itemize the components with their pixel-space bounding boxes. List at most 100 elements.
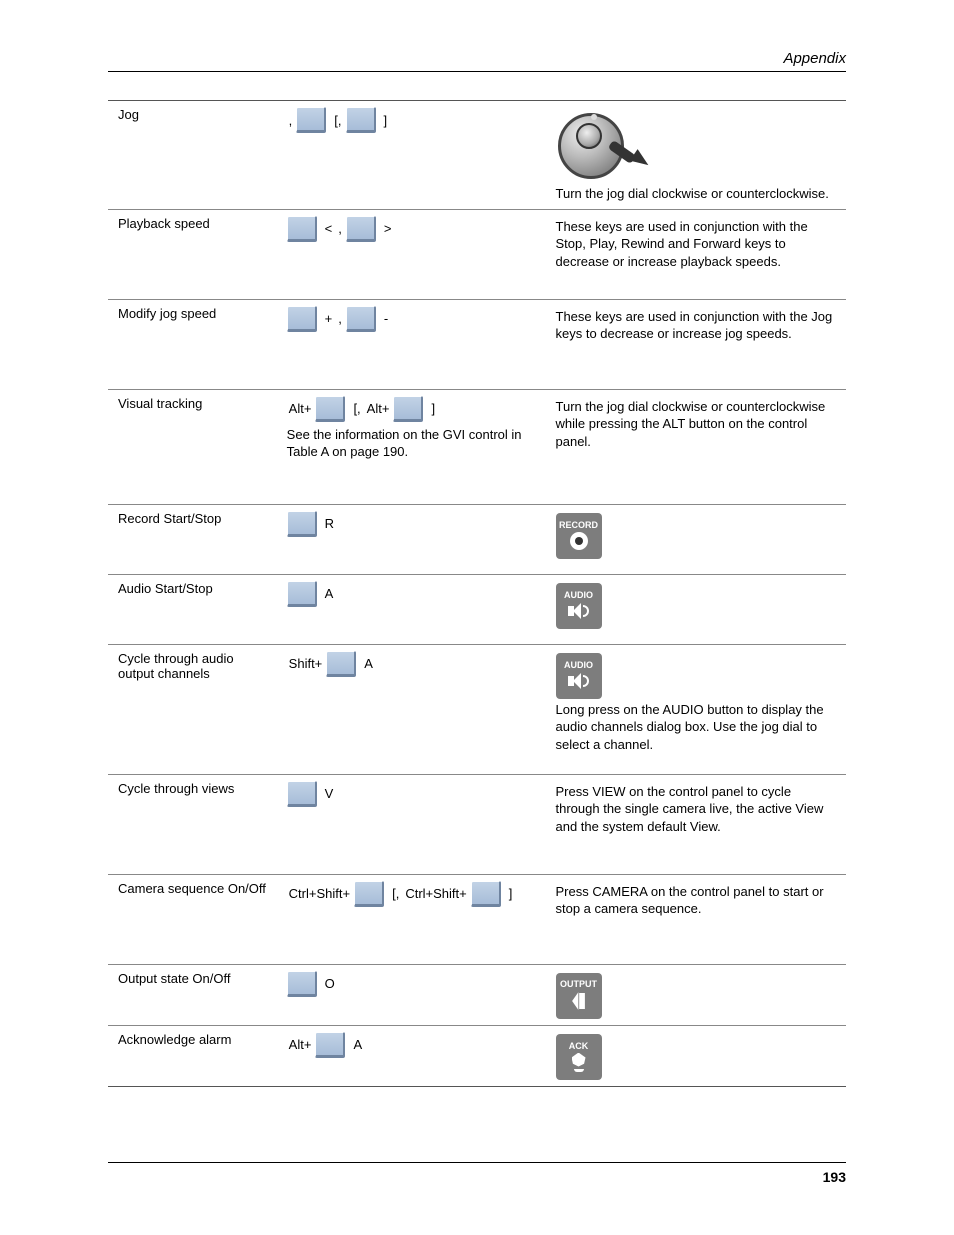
table-row: Visual tracking Alt+ [, Alt+] See the inform… (108, 389, 846, 504)
table-row: Cycle through views V Press VIEW on the co… (108, 774, 846, 874)
table-row: Audio Start/Stop A AUDIO (108, 574, 846, 644)
record-button-icon: RECORD (556, 513, 602, 559)
audio-button-icon: AUDIO (556, 653, 602, 699)
action-cell: Camera sequence On/Off (108, 874, 277, 964)
keys-cell: A (277, 574, 546, 644)
keys-cell: Alt+ [, Alt+] See the information on the GV… (277, 389, 546, 504)
key-label: - (384, 311, 388, 326)
keys-cell: V (277, 774, 546, 874)
action-cell: Record Start/Stop (108, 504, 277, 574)
key-label: R (325, 516, 334, 531)
control-description: These keys are used in conjunction with … (556, 218, 839, 271)
control-cell: Press CAMERA on the control panel to sta… (546, 874, 847, 964)
keys-cell: Ctrl+Shift+ [, Ctrl+Shift+] (277, 874, 546, 964)
key-label: A (325, 586, 334, 601)
keycap-icon (296, 107, 326, 133)
action-cell: Acknowledge alarm (108, 1025, 277, 1086)
table-row: Jog, [,] Turn the jog dial clockwise or co… (108, 101, 846, 210)
keys-cell: Alt+A (277, 1025, 546, 1086)
control-cell: AUDIOLong press on the AUDIO button to d… (546, 644, 847, 774)
audio-button-icon: AUDIO (556, 583, 602, 629)
table-row: Camera sequence On/OffCtrl+Shift+[,Ctrl+… (108, 874, 846, 964)
key-label: ] (509, 886, 513, 901)
keycap-icon (287, 971, 317, 997)
key-prefix: Shift+ (289, 656, 323, 671)
keycap-icon (354, 881, 384, 907)
keys-cell: +,- (277, 299, 546, 389)
key-label: ] (384, 113, 388, 128)
keycap-icon (346, 107, 376, 133)
key-prefix: , (289, 113, 293, 128)
action-cell: Cycle through views (108, 774, 277, 874)
control-cell: These keys are used in conjunction with … (546, 209, 847, 299)
keycap-icon (393, 396, 423, 422)
control-cell: Press VIEW on the control panel to cycle… (546, 774, 847, 874)
keycap-icon (326, 651, 356, 677)
control-subnote: See the information on the GVI control i… (287, 426, 538, 461)
keycap-icon (315, 1032, 345, 1058)
control-cell: Turn the jog dial clockwise or countercl… (546, 101, 847, 210)
key-prefix: Ctrl+Shift+ (405, 886, 466, 901)
table-row: Cycle through audio output channelsShift… (108, 644, 846, 774)
key-label: > (384, 221, 392, 236)
section-title: Appendix (783, 50, 846, 67)
key-label: A (353, 1037, 362, 1052)
keys-cell: , [,] (277, 101, 546, 210)
table-row: Record Start/Stop R RECORD (108, 504, 846, 574)
keycap-icon (346, 306, 376, 332)
key-label: < (325, 221, 333, 236)
keys-cell: Shift+ A (277, 644, 546, 774)
keys-cell: O (277, 964, 546, 1025)
keycap-icon (346, 216, 376, 242)
control-description: Turn the jog dial clockwise or countercl… (556, 185, 839, 203)
table-row: Output state On/Off O OUTPUT⏏ (108, 964, 846, 1025)
key-prefix: Alt+ (289, 401, 312, 416)
control-cell: These keys are used in conjunction with … (546, 299, 847, 389)
key-label: ] (431, 401, 435, 416)
jog-dial-icon (556, 111, 646, 181)
page-number: 193 (823, 1169, 846, 1185)
control-description: Press VIEW on the control panel to cycle… (556, 783, 839, 836)
key-label: A (364, 656, 373, 671)
key-prefix: , (338, 221, 342, 236)
table-row: Modify jog speed+,- These keys are used i… (108, 299, 846, 389)
table-row: Acknowledge alarmAlt+AACK (108, 1025, 846, 1086)
action-cell: Visual tracking (108, 389, 277, 504)
control-description: These keys are used in conjunction with … (556, 308, 839, 343)
key-label: [, (334, 113, 341, 128)
action-cell: Jog (108, 101, 277, 210)
key-label: [, (353, 401, 360, 416)
keycap-icon (287, 581, 317, 607)
keycap-icon (287, 306, 317, 332)
key-prefix: Ctrl+Shift+ (289, 886, 350, 901)
ack-button-icon: ACK (556, 1034, 602, 1080)
action-cell: Modify jog speed (108, 299, 277, 389)
control-cell: ACK (546, 1025, 847, 1086)
key-label: + (325, 311, 333, 326)
control-cell: OUTPUT⏏ (546, 964, 847, 1025)
control-description: Long press on the AUDIO button to displa… (556, 701, 839, 754)
keys-cell: R (277, 504, 546, 574)
action-cell: Output state On/Off (108, 964, 277, 1025)
table-row: Playback speed <, > These keys are used in … (108, 209, 846, 299)
output-button-icon: OUTPUT⏏ (556, 973, 602, 1019)
keycap-icon (471, 881, 501, 907)
action-cell: Audio Start/Stop (108, 574, 277, 644)
keycap-icon (287, 781, 317, 807)
keycap-icon (287, 511, 317, 537)
control-cell: RECORD (546, 504, 847, 574)
control-cell: Turn the jog dial clockwise or countercl… (546, 389, 847, 504)
control-description: Turn the jog dial clockwise or countercl… (556, 398, 839, 451)
keycap-icon (287, 216, 317, 242)
control-description: Press CAMERA on the control panel to sta… (556, 883, 839, 918)
key-prefix: Alt+ (367, 401, 390, 416)
action-cell: Playback speed (108, 209, 277, 299)
keys-cell: <, > (277, 209, 546, 299)
key-label: [, (392, 886, 399, 901)
control-cell: AUDIO (546, 574, 847, 644)
action-cell: Cycle through audio output channels (108, 644, 277, 774)
key-label: O (325, 976, 335, 991)
page-header: Appendix (108, 50, 846, 72)
page-footer: 193 (108, 1162, 846, 1185)
key-label: V (325, 786, 334, 801)
